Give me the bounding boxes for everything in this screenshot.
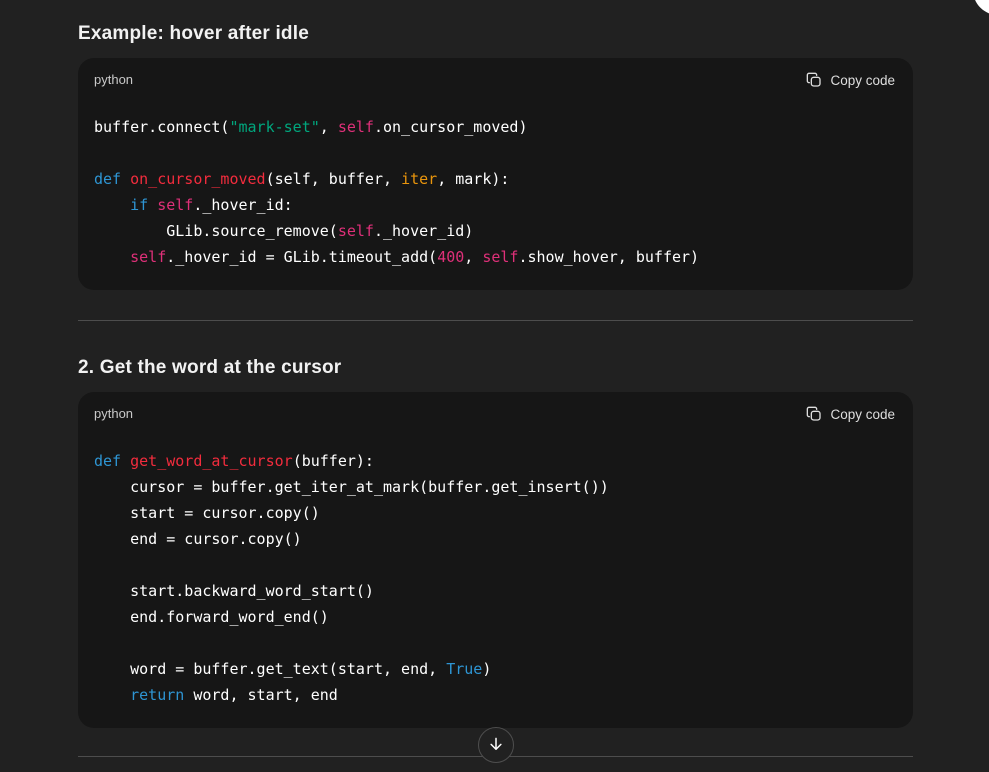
code-block-2: python Copy code def get_word_at_cursor(… bbox=[78, 392, 913, 728]
code-line: def get_word_at_cursor(buffer): bbox=[94, 448, 897, 474]
code-line: start = cursor.copy() bbox=[94, 500, 897, 526]
code-content: def get_word_at_cursor(buffer): cursor =… bbox=[78, 428, 913, 728]
chat-content-column: Example: hover after idle python Copy co… bbox=[78, 0, 913, 757]
copy-code-button[interactable]: Copy code bbox=[806, 406, 895, 422]
code-line bbox=[94, 552, 897, 578]
copy-code-label: Copy code bbox=[830, 407, 895, 422]
code-line: word = buffer.get_text(start, end, True) bbox=[94, 656, 897, 682]
section-heading-example-hover-after-idle: Example: hover after idle bbox=[78, 22, 913, 46]
code-line: end = cursor.copy() bbox=[94, 526, 897, 552]
code-line: def on_cursor_moved(self, buffer, iter, … bbox=[94, 166, 897, 192]
section-heading-get-word-at-cursor: 2. Get the word at the cursor bbox=[78, 356, 913, 380]
language-label: python bbox=[94, 406, 133, 422]
chat-page: { "colors": { "page_bg": "#212121", "cod… bbox=[0, 0, 989, 772]
code-content: buffer.connect("mark-set", self.on_curso… bbox=[78, 94, 913, 290]
corner-widget-circle[interactable] bbox=[973, 0, 989, 15]
copy-code-button[interactable]: Copy code bbox=[806, 72, 895, 88]
code-line bbox=[94, 140, 897, 166]
copy-icon bbox=[806, 406, 822, 422]
code-line: GLib.source_remove(self._hover_id) bbox=[94, 218, 897, 244]
scroll-to-bottom-button[interactable] bbox=[478, 727, 514, 763]
copy-icon bbox=[806, 72, 822, 88]
code-line: end.forward_word_end() bbox=[94, 604, 897, 630]
copy-code-label: Copy code bbox=[830, 73, 895, 88]
code-block-1-header: python Copy code bbox=[78, 58, 913, 94]
code-block-1: python Copy code buffer.connect("mark-se… bbox=[78, 58, 913, 290]
section-divider bbox=[78, 320, 913, 321]
code-line: self._hover_id = GLib.timeout_add(400, s… bbox=[94, 244, 897, 270]
code-line: buffer.connect("mark-set", self.on_curso… bbox=[94, 114, 897, 140]
code-line: if self._hover_id: bbox=[94, 192, 897, 218]
code-line: return word, start, end bbox=[94, 682, 897, 708]
code-line: cursor = buffer.get_iter_at_mark(buffer.… bbox=[94, 474, 897, 500]
language-label: python bbox=[94, 72, 133, 88]
code-line bbox=[94, 630, 897, 656]
code-block-2-header: python Copy code bbox=[78, 392, 913, 428]
down-arrow-icon bbox=[487, 735, 505, 756]
code-line: start.backward_word_start() bbox=[94, 578, 897, 604]
